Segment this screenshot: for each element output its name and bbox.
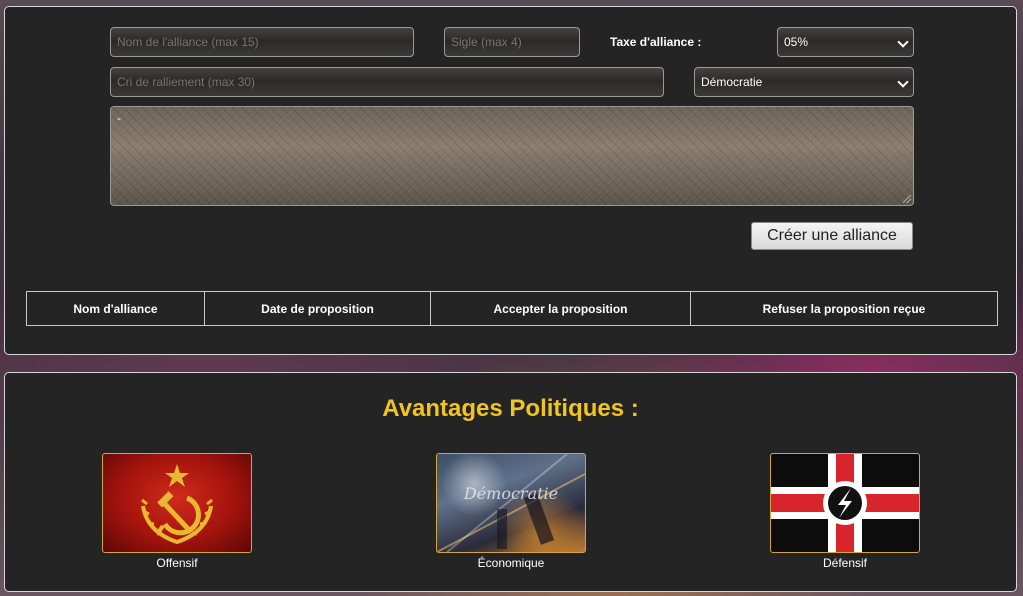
table-header-row: Nom d'alliance Date de proposition Accep…	[26, 291, 998, 326]
advantages-title: Avantages Politiques :	[382, 395, 639, 422]
alliance-tag-input[interactable]	[444, 27, 580, 57]
tax-select[interactable]: 05%	[777, 27, 914, 57]
advantage-card-offensive[interactable]: Offensif	[102, 453, 252, 570]
column-header-refuse: Refuser la proposition reçue	[690, 291, 998, 326]
advantage-label: Économique	[477, 556, 545, 570]
advantage-label: Offensif	[156, 556, 198, 570]
tax-label: Taxe d'alliance :	[610, 35, 702, 49]
hammer-sickle-icon	[102, 453, 252, 553]
column-header-alliance-name: Nom d'alliance	[26, 291, 205, 326]
rally-cry-input[interactable]	[110, 67, 664, 97]
create-alliance-panel: Taxe d'alliance : 05% Démocratie - Créer…	[4, 6, 1017, 355]
tax-select-value: 05%	[784, 35, 809, 49]
government-select[interactable]: Démocratie	[694, 67, 914, 97]
column-header-accept: Accepter la proposition	[430, 291, 691, 326]
advantage-card-economic[interactable]: Démocratie Économique	[436, 453, 586, 570]
political-advantages-panel: Avantages Politiques : Offensif Démocrat…	[4, 372, 1017, 592]
proposals-table: Nom d'alliance Date de proposition Accep…	[26, 291, 998, 326]
democratie-image-text: Démocratie	[463, 484, 559, 503]
resize-handle-icon[interactable]	[903, 195, 911, 203]
create-alliance-button[interactable]: Créer une alliance	[751, 222, 913, 250]
advantage-card-defensive[interactable]: Défensif	[770, 453, 920, 570]
democratie-city-icon: Démocratie	[436, 453, 586, 553]
column-header-proposal-date: Date de proposition	[204, 291, 431, 326]
chevron-down-icon	[897, 36, 909, 48]
description-value: -	[117, 111, 121, 125]
description-textarea[interactable]: -	[110, 106, 914, 206]
government-select-value: Démocratie	[701, 75, 763, 89]
cross-flag-icon	[770, 453, 920, 553]
chevron-down-icon	[897, 76, 909, 88]
advantage-label: Défensif	[822, 556, 868, 570]
alliance-name-input[interactable]	[110, 27, 414, 57]
